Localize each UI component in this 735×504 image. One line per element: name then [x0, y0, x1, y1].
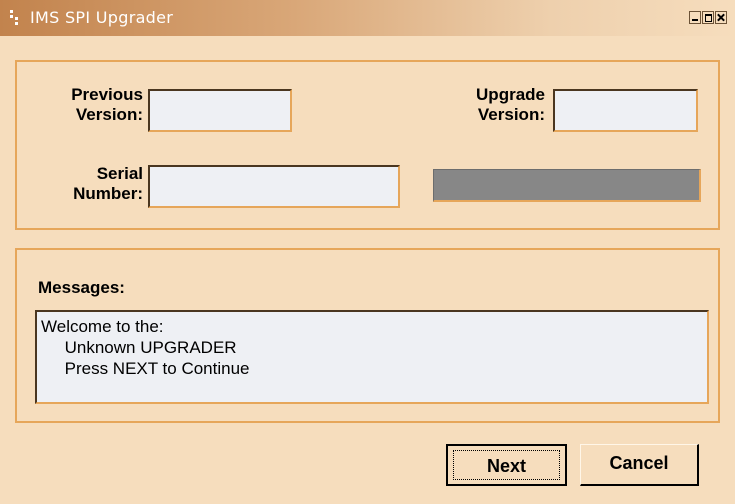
next-button-label: Next — [453, 450, 560, 480]
serial-number-field[interactable] — [148, 165, 400, 208]
serial-number-label: Serial Number: — [40, 164, 143, 204]
messages-heading: Messages: — [38, 278, 125, 297]
close-icon[interactable] — [715, 11, 727, 24]
maximize-icon[interactable] — [702, 11, 714, 24]
message-line: Unknown UPGRADER — [41, 338, 237, 357]
upgrade-version-label: Upgrade Version: — [430, 85, 545, 125]
upgrade-version-field[interactable] — [553, 89, 698, 132]
serial-number-label-line1: Serial — [96, 164, 143, 183]
cancel-button[interactable]: Cancel — [580, 444, 699, 486]
upgrade-version-label-line2: Version: — [477, 105, 545, 124]
upgrader-window: IMS SPI Upgrader Previous Version: Upgra… — [0, 0, 735, 504]
previous-version-label-line2: Version: — [75, 105, 143, 124]
message-line: Welcome to the: — [41, 317, 164, 336]
serial-number-label-line2: Number: — [73, 184, 143, 203]
title-bar[interactable]: IMS SPI Upgrader — [0, 0, 735, 36]
previous-version-label: Previous Version: — [40, 85, 143, 125]
message-line: Press NEXT to Continue — [41, 359, 250, 378]
window-title: IMS SPI Upgrader — [30, 8, 174, 27]
upgrade-progress-bar — [433, 169, 701, 202]
previous-version-label-line1: Previous — [71, 85, 143, 104]
messages-textbox[interactable]: Welcome to the: Unknown UPGRADER Press N… — [35, 310, 709, 404]
previous-version-field[interactable] — [148, 89, 292, 132]
upgrade-version-label-line1: Upgrade — [476, 85, 545, 104]
next-button[interactable]: Next — [446, 444, 567, 486]
app-icon — [10, 10, 18, 25]
minimize-icon[interactable] — [689, 11, 701, 24]
